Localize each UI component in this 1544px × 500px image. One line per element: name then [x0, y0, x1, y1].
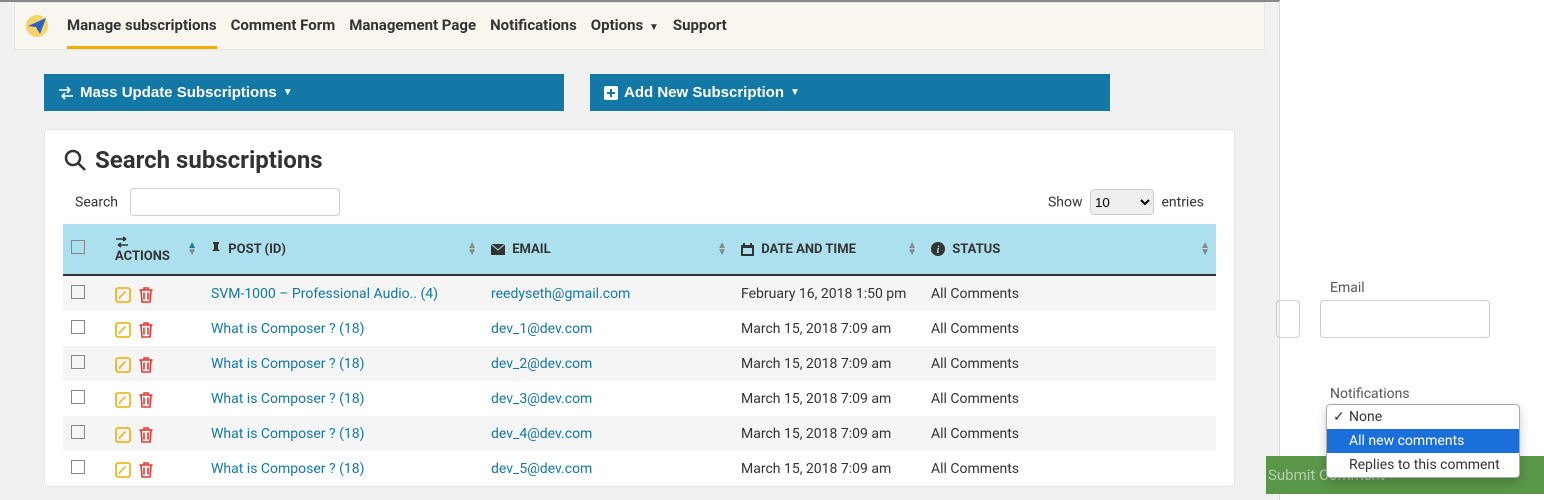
status-cell: All Comments — [923, 451, 1216, 486]
email-label: Email — [1330, 280, 1544, 296]
date-cell: March 15, 2018 7:09 am — [733, 381, 923, 416]
opt-replies[interactable]: Replies to this comment — [1327, 453, 1519, 477]
row-checkbox[interactable] — [71, 320, 85, 334]
date-cell: March 15, 2018 7:09 am — [733, 416, 923, 451]
delete-icon[interactable] — [139, 354, 153, 373]
plus-square-icon — [604, 86, 618, 100]
nav-management-page[interactable]: Management Page — [349, 4, 476, 49]
row-checkbox[interactable] — [71, 460, 85, 474]
delete-icon[interactable] — [139, 284, 153, 303]
email-field[interactable] — [1320, 300, 1490, 338]
edit-icon[interactable] — [115, 319, 131, 338]
add-new-subscription-button[interactable]: Add New Subscription ▼ — [590, 74, 1110, 111]
caret-down-icon: ▼ — [790, 87, 800, 98]
status-cell: All Comments — [923, 381, 1216, 416]
pin-icon — [211, 242, 221, 256]
info-icon: i — [931, 242, 945, 256]
delete-icon[interactable] — [139, 459, 153, 478]
app-logo-icon — [25, 14, 49, 38]
table-row: What is Composer ? (18) dev_3@dev.com Marc… — [63, 381, 1216, 416]
post-link[interactable]: What is Composer ? (18) — [211, 391, 364, 407]
search-panel: Search subscriptions Search Show 10 entr… — [44, 129, 1235, 487]
name-field[interactable] — [1276, 300, 1300, 338]
show-label: Show — [1048, 195, 1083, 211]
edit-icon[interactable] — [115, 424, 131, 443]
search-input[interactable] — [130, 188, 340, 216]
table-row: SVM-1000 – Professional Audio.. (4) reedy… — [63, 275, 1216, 311]
post-link[interactable]: What is Composer ? (18) — [211, 321, 364, 337]
nav-manage-subscriptions[interactable]: Manage subscriptions — [67, 4, 217, 49]
nav-support[interactable]: Support — [673, 4, 727, 49]
row-checkbox[interactable] — [71, 390, 85, 404]
col-date[interactable]: DATE AND TIME ▲▼ — [733, 224, 923, 275]
table-row: What is Composer ? (18) dev_5@dev.com Marc… — [63, 451, 1216, 486]
date-cell: February 16, 2018 1:50 pm — [733, 275, 923, 311]
opt-all-new[interactable]: All new comments — [1327, 429, 1519, 453]
panel-title: Search subscriptions — [63, 146, 1216, 174]
email-link[interactable]: dev_3@dev.com — [491, 391, 592, 407]
row-checkbox[interactable] — [71, 285, 85, 299]
mass-update-button[interactable]: Mass Update Subscriptions ▼ — [44, 74, 564, 111]
post-link[interactable]: SVM-1000 – Professional Audio.. (4) — [211, 286, 438, 302]
envelope-icon — [491, 244, 505, 255]
search-label: Search — [75, 195, 118, 211]
date-cell: March 15, 2018 7:09 am — [733, 346, 923, 381]
date-cell: March 15, 2018 7:09 am — [733, 311, 923, 346]
post-link[interactable]: What is Composer ? (18) — [211, 356, 364, 372]
status-cell: All Comments — [923, 416, 1216, 451]
row-checkbox[interactable] — [71, 425, 85, 439]
top-navbar: Manage subscriptions Comment Form Manage… — [14, 2, 1265, 50]
email-link[interactable]: dev_2@dev.com — [491, 356, 592, 372]
entries-select[interactable]: 10 — [1090, 189, 1154, 215]
delete-icon[interactable] — [139, 389, 153, 408]
status-cell: All Comments — [923, 346, 1216, 381]
opt-none[interactable]: None — [1327, 405, 1519, 429]
email-link[interactable]: reedyseth@gmail.com — [491, 286, 630, 302]
transfer-icon — [58, 86, 74, 100]
col-post[interactable]: POST (ID) ▲▼ — [203, 224, 483, 275]
delete-icon[interactable] — [139, 424, 153, 443]
col-email[interactable]: EMAIL ▲▼ — [483, 224, 733, 275]
table-row: What is Composer ? (18) dev_4@dev.com Marc… — [63, 416, 1216, 451]
email-link[interactable]: dev_1@dev.com — [491, 321, 592, 337]
edit-icon[interactable] — [115, 354, 131, 373]
search-icon — [63, 148, 87, 172]
edit-icon[interactable] — [115, 389, 131, 408]
caret-down-icon: ▼ — [649, 22, 659, 33]
nav-comment-form[interactable]: Comment Form — [231, 4, 336, 49]
transfer-icon — [115, 236, 129, 248]
post-link[interactable]: What is Composer ? (18) — [211, 426, 364, 442]
notifications-dropdown[interactable]: None All new comments Replies to this co… — [1326, 404, 1520, 478]
svg-text:i: i — [937, 245, 940, 256]
entries-label: entries — [1161, 195, 1204, 211]
nav-notifications[interactable]: Notifications — [490, 4, 577, 49]
delete-icon[interactable] — [139, 319, 153, 338]
post-link[interactable]: What is Composer ? (18) — [211, 461, 364, 477]
select-all-checkbox[interactable] — [71, 240, 85, 254]
nav-options[interactable]: Options ▼ — [591, 4, 659, 49]
subscriptions-table: ACTIONS ▲▼ POST (ID) ▲▼ EMAIL ▲▼ — [63, 224, 1216, 486]
col-checkbox — [63, 224, 107, 275]
col-status[interactable]: i STATUS ▲▼ — [923, 224, 1216, 275]
edit-icon[interactable] — [115, 459, 131, 478]
table-row: What is Composer ? (18) dev_1@dev.com Marc… — [63, 311, 1216, 346]
email-link[interactable]: dev_5@dev.com — [491, 461, 592, 477]
table-row: What is Composer ? (18) dev_2@dev.com Marc… — [63, 346, 1216, 381]
status-cell: All Comments — [923, 311, 1216, 346]
row-checkbox[interactable] — [71, 355, 85, 369]
col-actions[interactable]: ACTIONS ▲▼ — [107, 224, 203, 275]
email-link[interactable]: dev_4@dev.com — [491, 426, 592, 442]
calendar-icon — [741, 243, 754, 256]
status-cell: All Comments — [923, 275, 1216, 311]
date-cell: March 15, 2018 7:09 am — [733, 451, 923, 486]
notifications-label: Notifications — [1330, 386, 1544, 402]
caret-down-icon: ▼ — [283, 87, 293, 98]
edit-icon[interactable] — [115, 284, 131, 303]
